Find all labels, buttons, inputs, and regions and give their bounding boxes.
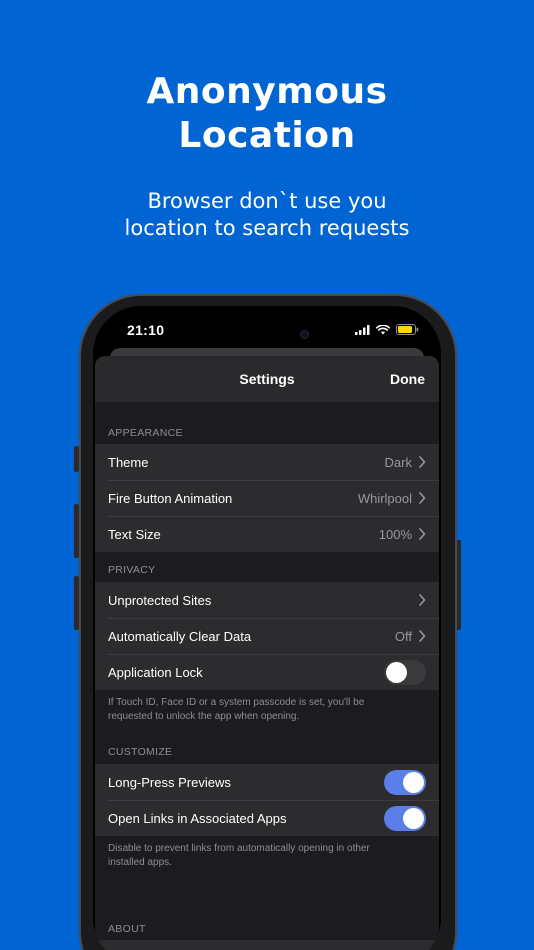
appearance-group: Theme Dark Fire Button Animation Whirlpo… <box>95 444 439 552</box>
status-icons <box>355 324 419 335</box>
settings-sheet: Settings Done APPEARANCE Theme Dark Fire… <box>95 356 439 950</box>
toggle-knob <box>403 807 424 829</box>
fire-button-label: Fire Button Animation <box>108 490 233 506</box>
auto-clear-label: Automatically Clear Data <box>108 628 252 644</box>
application-lock-row: Application Lock <box>95 654 439 690</box>
chevron-right-icon <box>419 456 426 468</box>
section-header-appearance: APPEARANCE <box>108 427 183 439</box>
text-size-label: Text Size <box>108 526 161 542</box>
headline-line-1: Anonymous <box>146 71 388 112</box>
theme-row[interactable]: Theme Dark <box>95 444 439 480</box>
open-links-label: Open Links in Associated Apps <box>108 810 287 826</box>
section-header-privacy: PRIVACY <box>108 564 156 576</box>
toggle-knob <box>386 661 407 683</box>
wifi-icon <box>376 324 390 334</box>
customize-group: Long-Press Previews Open Links in Associ… <box>95 764 439 836</box>
status-time: 21:10 <box>127 322 165 338</box>
unprotected-sites-label: Unprotected Sites <box>108 592 212 608</box>
subheadline-line-2: location to search requests <box>124 216 410 240</box>
about-group <box>95 940 439 950</box>
chevron-right-icon <box>419 528 426 540</box>
customize-footnote-line-2: installed apps. <box>108 857 172 868</box>
done-button[interactable]: Done <box>390 371 425 387</box>
fire-button-animation-row[interactable]: Fire Button Animation Whirlpool <box>95 480 439 516</box>
toggle-knob <box>403 771 424 793</box>
open-links-toggle[interactable] <box>384 805 426 831</box>
long-press-label: Long-Press Previews <box>108 774 231 790</box>
section-header-customize: CUSTOMIZE <box>108 746 173 758</box>
chevron-right-icon <box>419 630 426 642</box>
customize-footnote: Disable to prevent links from automatica… <box>108 842 418 870</box>
privacy-footnote-line-1: If Touch ID, Face ID or a system passcod… <box>108 697 365 708</box>
privacy-footnote-line-2: requested to unlock the app when opening… <box>108 711 300 722</box>
section-header-about: ABOUT <box>108 923 146 935</box>
text-size-value: 100% <box>378 526 412 542</box>
auto-clear-data-row[interactable]: Automatically Clear Data Off <box>95 618 439 654</box>
customize-footnote-line-1: Disable to prevent links from automatica… <box>108 843 370 854</box>
subheadline-line-1: Browser don`t use you <box>147 189 387 213</box>
privacy-group: Unprotected Sites Automatically Clear Da… <box>95 582 439 690</box>
signal-icon <box>355 324 370 335</box>
settings-navbar: Settings Done <box>95 356 439 402</box>
promo-headline: Anonymous Location <box>0 70 534 158</box>
promo-subheadline: Browser don`t use you location to search… <box>0 188 534 242</box>
camera-icon <box>300 330 309 339</box>
chevron-right-icon <box>419 594 426 606</box>
battery-icon <box>396 324 419 335</box>
headline-line-2: Location <box>178 115 356 156</box>
unprotected-sites-row[interactable]: Unprotected Sites <box>95 582 439 618</box>
application-lock-toggle[interactable] <box>384 659 426 685</box>
long-press-previews-row: Long-Press Previews <box>95 764 439 800</box>
text-size-row[interactable]: Text Size 100% <box>95 516 439 552</box>
open-links-row: Open Links in Associated Apps <box>95 800 439 836</box>
long-press-toggle[interactable] <box>384 769 426 795</box>
dynamic-island <box>216 318 318 351</box>
theme-value: Dark <box>384 454 412 470</box>
settings-title: Settings <box>239 371 295 387</box>
privacy-footnote: If Touch ID, Face ID or a system passcod… <box>108 696 418 724</box>
application-lock-label: Application Lock <box>108 664 203 680</box>
phone-screen: 21:10 Settings Done APPEARANCE Theme Dar… <box>93 306 441 950</box>
chevron-right-icon <box>419 492 426 504</box>
theme-label: Theme <box>108 454 149 470</box>
fire-button-value: Whirlpool <box>357 490 412 506</box>
auto-clear-value: Off <box>394 628 412 644</box>
